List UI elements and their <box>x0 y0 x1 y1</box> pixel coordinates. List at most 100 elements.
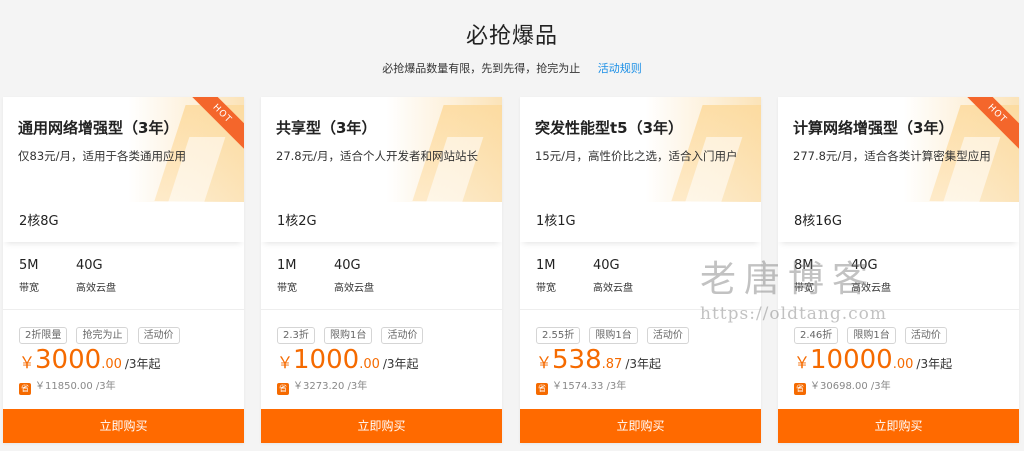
card-header: HOT 通用网络增强型（3年） 仅83元/月，适用于各类通用应用 <box>3 97 244 202</box>
card-description: 27.8元/月，适合个人开发者和网站站长 <box>276 149 478 163</box>
divider <box>3 309 244 310</box>
product-cards: HOT 通用网络增强型（3年） 仅83元/月，适用于各类通用应用 2核8G 5M… <box>3 97 1024 451</box>
original-price: ￥1574.33 /3年 <box>552 381 627 392</box>
price-currency: ￥ <box>19 353 36 372</box>
price-integer: 3000 <box>35 345 102 375</box>
price-unit: /3年起 <box>382 357 419 371</box>
cpu-memory-spec: 1核2G <box>261 202 502 242</box>
bandwidth-label: 带宽 <box>536 283 556 294</box>
price-currency: ￥ <box>536 353 553 372</box>
promo-tag: 活动价 <box>137 327 180 344</box>
tag-list: 2.3折 限购1台 活动价 <box>277 323 427 344</box>
subtitle-text: 必抢爆品数量有限，先到先得，抢完为止 <box>382 62 581 75</box>
save-icon: 省 <box>536 383 548 395</box>
price-decimal: .00 <box>892 357 914 372</box>
save-icon: 省 <box>19 383 31 395</box>
price-integer: 10000 <box>810 345 893 375</box>
price: ￥3000.00/3年起 <box>19 345 161 375</box>
tag-list: 2.55折 限购1台 活动价 <box>536 323 693 344</box>
original-price-row: 省 ￥1574.33 /3年 <box>536 377 626 395</box>
discount-tag: 2.55折 <box>536 327 581 344</box>
discount-tag: 2折限量 <box>19 327 68 344</box>
disk-spec: 40G 高效云盘 <box>334 258 374 294</box>
disk-value: 40G <box>334 258 361 273</box>
disk-spec: 40G 高效云盘 <box>76 258 116 294</box>
bandwidth-spec: 1M 带宽 <box>277 258 297 294</box>
price-decimal: .87 <box>601 357 623 372</box>
original-price-row: 省 ￥11850.00 /3年 <box>19 377 116 395</box>
buy-now-button[interactable]: 立即购买 <box>261 409 502 443</box>
buy-now-button[interactable]: 立即购买 <box>520 409 761 443</box>
card-header: HOT 计算网络增强型（3年） 277.8元/月，适合各类计算密集型应用 <box>778 97 1019 202</box>
card-header: 突发性能型t5（3年） 15元/月，高性价比之选，适合入门用户 <box>520 97 761 202</box>
divider <box>520 309 761 310</box>
price-currency: ￥ <box>277 353 294 372</box>
disk-value: 40G <box>593 258 620 273</box>
bandwidth-label: 带宽 <box>794 283 814 294</box>
price-integer: 1000 <box>293 345 360 375</box>
buy-now-button[interactable]: 立即购买 <box>778 409 1019 443</box>
subtitle-row: 必抢爆品数量有限，先到先得，抢完为止 活动规则 <box>0 60 1024 76</box>
product-card: 共享型（3年） 27.8元/月，适合个人开发者和网站站长 1核2G 1M 带宽 … <box>261 97 502 443</box>
price-currency: ￥ <box>794 353 811 372</box>
card-title: 计算网络增强型（3年） <box>793 119 954 137</box>
divider <box>261 309 502 310</box>
buy-now-button[interactable]: 立即购买 <box>3 409 244 443</box>
original-price-row: 省 ￥3273.20 /3年 <box>277 377 367 395</box>
tag-list: 2折限量 抢完为止 活动价 <box>19 323 184 344</box>
card-title: 共享型（3年） <box>276 119 377 137</box>
price: ￥538.87/3年起 <box>536 345 661 375</box>
disk-label: 高效云盘 <box>334 283 374 294</box>
price-decimal: .00 <box>101 357 122 372</box>
promo-tag: 活动价 <box>646 327 689 344</box>
bandwidth-spec: 8M 带宽 <box>794 258 814 294</box>
original-price-row: 省 ￥30698.00 /3年 <box>794 377 891 395</box>
price-unit: /3年起 <box>124 357 161 371</box>
bandwidth-value: 5M <box>19 258 39 273</box>
product-card: 突发性能型t5（3年） 15元/月，高性价比之选，适合入门用户 1核1G 1M … <box>520 97 761 443</box>
original-price: ￥3273.20 /3年 <box>293 381 368 392</box>
tag-list: 2.46折 限购1台 活动价 <box>794 323 951 344</box>
card-description: 仅83元/月，适用于各类通用应用 <box>18 149 187 163</box>
card-header: 共享型（3年） 27.8元/月，适合个人开发者和网站站长 <box>261 97 502 202</box>
save-icon: 省 <box>277 383 289 395</box>
cpu-memory-spec: 8核16G <box>778 202 1019 242</box>
product-card: HOT 通用网络增强型（3年） 仅83元/月，适用于各类通用应用 2核8G 5M… <box>3 97 244 443</box>
disk-spec: 40G 高效云盘 <box>851 258 891 294</box>
price-decimal: .00 <box>359 357 380 372</box>
bandwidth-label: 带宽 <box>277 283 297 294</box>
page-title: 必抢爆品 <box>465 24 558 49</box>
original-price: ￥30698.00 /3年 <box>810 381 891 392</box>
cpu-memory-spec: 2核8G <box>3 202 244 242</box>
limit-tag: 限购1台 <box>589 327 638 344</box>
bandwidth-spec: 5M 带宽 <box>19 258 39 294</box>
cpu-memory-spec: 1核1G <box>520 202 761 242</box>
original-price: ￥11850.00 /3年 <box>35 381 116 392</box>
card-title: 突发性能型t5（3年） <box>535 119 684 137</box>
discount-tag: 2.3折 <box>277 327 315 344</box>
limit-tag: 抢完为止 <box>76 327 129 344</box>
discount-tag: 2.46折 <box>794 327 839 344</box>
spec-grid: 1M 带宽 40G 高效云盘 <box>520 242 761 309</box>
limit-tag: 限购1台 <box>324 327 373 344</box>
promo-tag: 活动价 <box>381 327 424 344</box>
product-card: HOT 计算网络增强型（3年） 277.8元/月，适合各类计算密集型应用 8核1… <box>778 97 1019 443</box>
bandwidth-spec: 1M 带宽 <box>536 258 556 294</box>
bandwidth-value: 1M <box>277 258 297 273</box>
price-integer: 538 <box>552 345 602 375</box>
price-unit: /3年起 <box>916 357 953 371</box>
price: ￥10000.00/3年起 <box>794 345 952 375</box>
card-title: 通用网络增强型（3年） <box>18 119 179 137</box>
promo-tag: 活动价 <box>904 327 947 344</box>
activity-rules-link[interactable]: 活动规则 <box>598 62 642 75</box>
limit-tag: 限购1台 <box>847 327 896 344</box>
bandwidth-value: 8M <box>794 258 814 273</box>
disk-label: 高效云盘 <box>851 283 891 294</box>
disk-label: 高效云盘 <box>76 283 116 294</box>
disk-label: 高效云盘 <box>593 283 633 294</box>
disk-spec: 40G 高效云盘 <box>593 258 633 294</box>
disk-value: 40G <box>851 258 878 273</box>
card-description: 15元/月，高性价比之选，适合入门用户 <box>535 149 738 163</box>
disk-value: 40G <box>76 258 103 273</box>
price: ￥1000.00/3年起 <box>277 345 419 375</box>
